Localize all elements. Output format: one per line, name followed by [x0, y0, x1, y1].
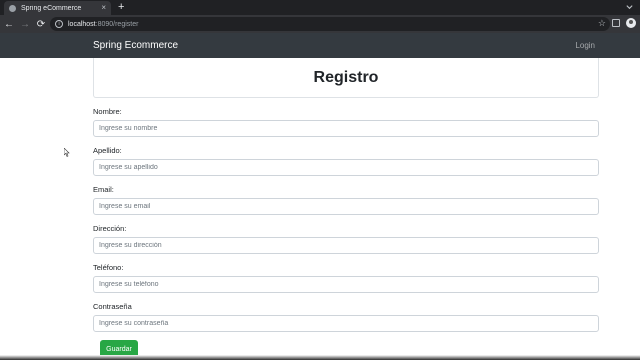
- telefono-label: Teléfono:: [93, 263, 124, 272]
- tab-title: Spring eCommerce: [21, 4, 82, 12]
- forward-icon[interactable]: →: [18, 17, 32, 31]
- apellido-label: Apellido:: [93, 146, 122, 155]
- app-navbar: Spring Ecommerce Login: [0, 33, 640, 58]
- bottom-edge: [0, 355, 640, 360]
- address-bar[interactable]: i localhost :8090/register ☆: [50, 17, 610, 31]
- email-label: Email:: [93, 185, 114, 194]
- login-link[interactable]: Login: [575, 41, 595, 50]
- avatar[interactable]: [626, 18, 636, 28]
- nombre-label: Nombre:: [93, 107, 122, 116]
- nombre-input[interactable]: [93, 120, 599, 137]
- new-tab-icon[interactable]: +: [118, 1, 124, 13]
- info-icon[interactable]: i: [55, 20, 63, 28]
- url-host: localhost: [68, 20, 96, 28]
- apellido-input[interactable]: [93, 159, 599, 176]
- telefono-input[interactable]: [93, 276, 599, 293]
- star-icon[interactable]: ☆: [598, 18, 606, 29]
- url-path: :8090/register: [95, 20, 139, 28]
- globe-icon: [9, 4, 16, 12]
- close-icon[interactable]: ×: [101, 4, 106, 12]
- brand-link[interactable]: Spring Ecommerce: [93, 40, 178, 51]
- side-panel-icon[interactable]: [612, 19, 620, 27]
- chevron-down-icon[interactable]: [625, 2, 634, 11]
- title-card: Registro: [93, 58, 599, 98]
- browser-tab-bar: Spring eCommerce × +: [0, 0, 640, 15]
- direccion-label: Dirección:: [93, 224, 127, 233]
- email-input[interactable]: [93, 198, 599, 215]
- direccion-input[interactable]: [93, 237, 599, 254]
- browser-tab[interactable]: Spring eCommerce ×: [4, 1, 111, 15]
- browser-toolbar: ← → ⟳ i localhost :8090/register ☆: [0, 15, 640, 33]
- toolbar-actions: [612, 18, 636, 28]
- page-title: Registro: [313, 68, 379, 86]
- contrasena-input[interactable]: [93, 315, 599, 332]
- back-icon[interactable]: ←: [2, 17, 16, 31]
- contrasena-label: Contraseña: [93, 302, 132, 311]
- mouse-cursor-icon: [64, 148, 70, 157]
- reload-icon[interactable]: ⟳: [34, 17, 48, 31]
